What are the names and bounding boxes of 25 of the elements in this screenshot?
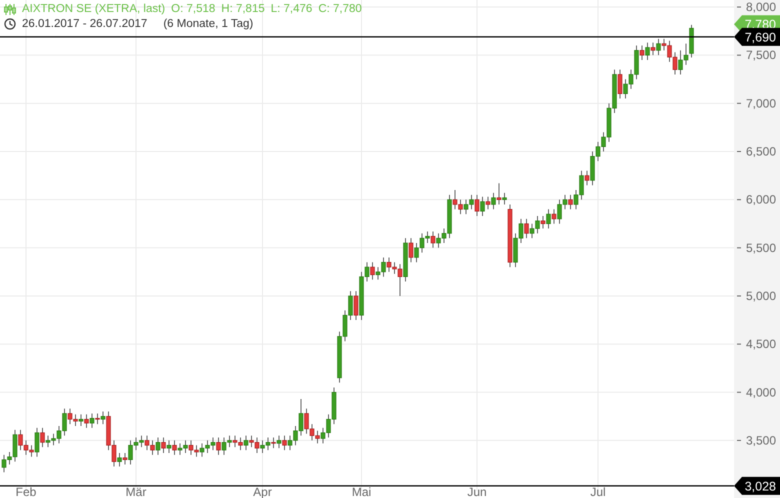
period-label: (6 Monate, 1 Tag) [163,18,254,30]
price-label: 3,500 [746,433,776,448]
price-label: 8,000 [746,0,776,14]
month-label: Feb [16,485,36,498]
ohlc-value: C: 7,780 [318,3,362,15]
ohlc-value: L: 7,476 [270,3,312,15]
month-label: Jul [590,485,606,498]
price-label: 4,000 [746,385,776,400]
ohlc-value: H: 7,815 [221,3,265,15]
price-label: 4,500 [746,337,776,352]
month-label: Mär [126,485,146,498]
price-label: 7,500 [746,48,776,62]
instrument-name: AIXTRON SE (XETRA, last) [22,3,166,15]
price-label: 5,500 [746,240,776,255]
candlestick-icon [4,4,16,14]
month-label: Mai [352,485,372,498]
price-label: 5,000 [746,288,776,303]
price-label: 6,000 [746,192,776,207]
price-label: 6,500 [746,144,776,158]
month-label: Jun [467,485,487,498]
clock-icon [4,18,16,30]
ref-line-label: 3,028 [744,479,776,494]
ohlc-value: O: 7,518 [171,3,216,15]
price-label: 7,000 [746,96,776,110]
date-range: 26.01.2017 - 26.07.2017 [22,18,148,30]
